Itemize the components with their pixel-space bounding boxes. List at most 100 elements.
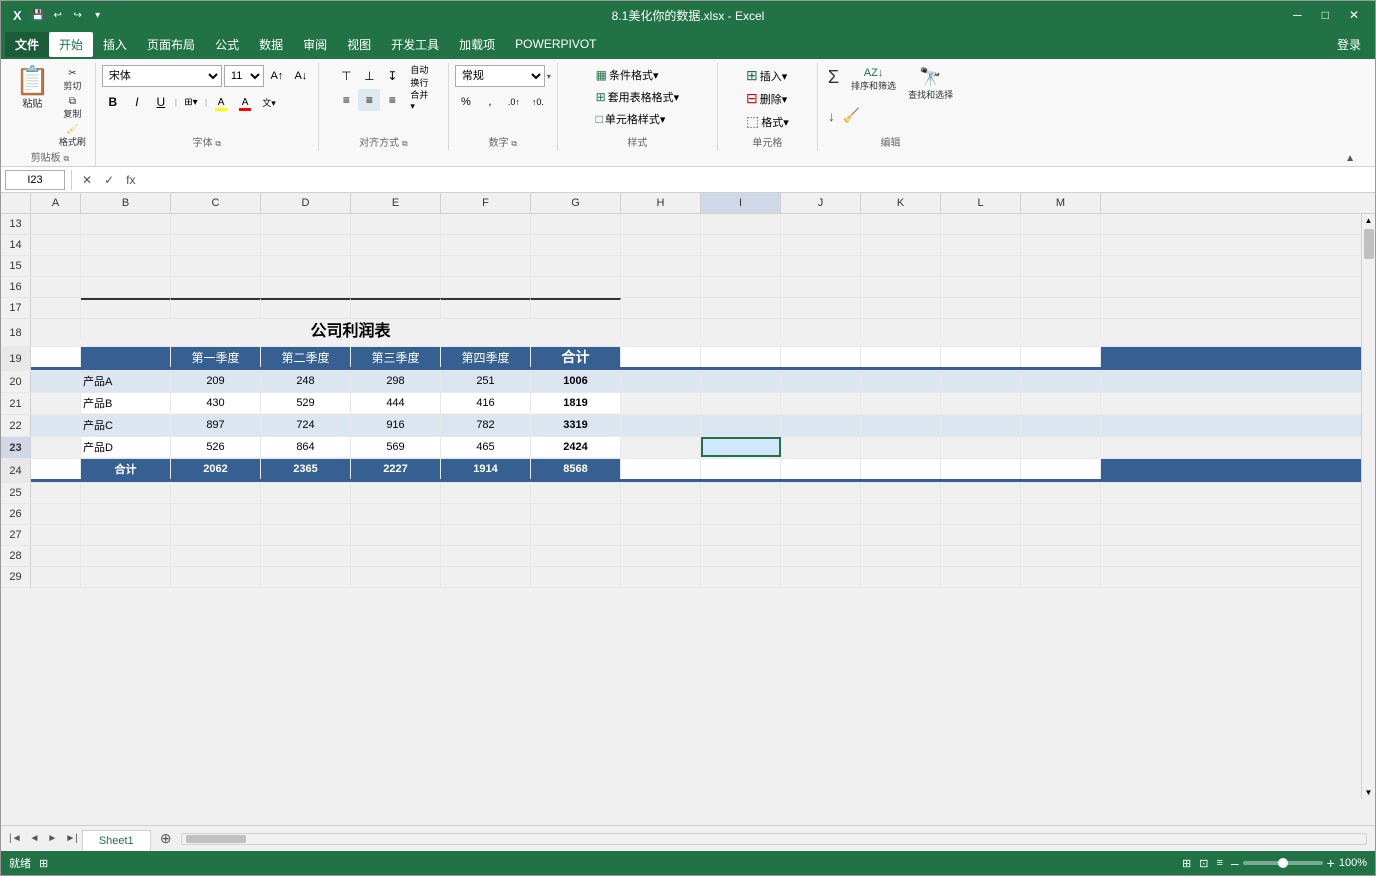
cell-k14[interactable] (861, 235, 941, 255)
horizontal-scrollbar[interactable] (181, 833, 1367, 845)
cell-d16[interactable] (261, 277, 351, 297)
cell-d19[interactable]: 第二季度 (261, 347, 351, 367)
cell-i20[interactable] (701, 371, 781, 391)
cell-f24[interactable]: 1914 (441, 459, 531, 479)
cell-j22[interactable] (781, 415, 861, 435)
cell-a17[interactable] (31, 298, 81, 318)
cell-c14[interactable] (171, 235, 261, 255)
number-format-select[interactable]: 常规 (455, 65, 545, 87)
cell-a20[interactable] (31, 371, 81, 391)
cell-a29[interactable] (31, 567, 81, 587)
cell-i18[interactable] (701, 319, 781, 339)
cell-h22[interactable] (621, 415, 701, 435)
cell-style-button[interactable]: □ 单元格样式▾ (592, 109, 670, 129)
cell-k19[interactable] (861, 347, 941, 367)
cell-h27[interactable] (621, 525, 701, 545)
cell-k26[interactable] (861, 504, 941, 524)
cell-b20[interactable]: 产品A (81, 371, 171, 391)
percent-button[interactable]: % (455, 91, 477, 113)
customize-qa-icon[interactable]: ▾ (90, 7, 106, 23)
cell-j15[interactable] (781, 256, 861, 276)
cell-m19[interactable] (1021, 347, 1101, 367)
cell-l25[interactable] (941, 483, 1021, 503)
minimize-button[interactable]: ─ (1285, 6, 1310, 24)
cell-d20[interactable]: 248 (261, 371, 351, 391)
bold-button[interactable]: B (102, 91, 124, 113)
cell-c17[interactable] (171, 298, 261, 318)
cell-c27[interactable] (171, 525, 261, 545)
cell-c28[interactable] (171, 546, 261, 566)
cell-j16[interactable] (781, 277, 861, 297)
menu-data[interactable]: 数据 (249, 32, 293, 57)
cell-g22[interactable]: 3319 (531, 415, 621, 435)
cell-a19[interactable] (31, 347, 81, 367)
table-format-button[interactable]: ⊞ 套用表格格式▾ (592, 87, 684, 107)
cell-g21[interactable]: 1819 (531, 393, 621, 413)
increase-decimal-button[interactable]: .0↑ (503, 91, 525, 113)
cell-d13[interactable] (261, 214, 351, 234)
menu-developer[interactable]: 开发工具 (381, 32, 449, 57)
border-button[interactable]: ⊞▾ (180, 91, 202, 113)
cell-f16[interactable] (441, 277, 531, 297)
cell-b28[interactable] (81, 546, 171, 566)
cell-h19[interactable] (621, 347, 701, 367)
ribbon-expand-button[interactable]: ▲ (1343, 151, 1357, 166)
underline-button[interactable]: U (150, 91, 172, 113)
cell-f19[interactable]: 第四季度 (441, 347, 531, 367)
autosum-button[interactable]: Σ (824, 65, 843, 103)
cell-c13[interactable] (171, 214, 261, 234)
cell-l27[interactable] (941, 525, 1021, 545)
cell-i29[interactable] (701, 567, 781, 587)
cell-j28[interactable] (781, 546, 861, 566)
menu-powerpivot[interactable]: POWERPIVOT (505, 33, 606, 55)
cell-l21[interactable] (941, 393, 1021, 413)
cell-c29[interactable] (171, 567, 261, 587)
cell-j25[interactable] (781, 483, 861, 503)
cell-m16[interactable] (1021, 277, 1101, 297)
cell-a24[interactable] (31, 459, 81, 479)
col-header-a[interactable]: A (31, 193, 81, 213)
cell-l20[interactable] (941, 371, 1021, 391)
cell-b24[interactable]: 合计 (81, 459, 171, 479)
cell-f28[interactable] (441, 546, 531, 566)
cell-d25[interactable] (261, 483, 351, 503)
cell-a16[interactable] (31, 277, 81, 297)
page-break-view-button[interactable]: ≡ (1216, 857, 1222, 869)
cell-c20[interactable]: 209 (171, 371, 261, 391)
menu-view[interactable]: 视图 (337, 32, 381, 57)
cell-b23[interactable]: 产品D (81, 437, 171, 457)
cell-c24[interactable]: 2062 (171, 459, 261, 479)
cell-m13[interactable] (1021, 214, 1101, 234)
undo-icon[interactable]: ↩ (50, 7, 66, 23)
cell-a27[interactable] (31, 525, 81, 545)
cell-g28[interactable] (531, 546, 621, 566)
cell-k17[interactable] (861, 298, 941, 318)
cell-j19[interactable] (781, 347, 861, 367)
cell-i24[interactable] (701, 459, 781, 479)
cell-b27[interactable] (81, 525, 171, 545)
cell-d17[interactable] (261, 298, 351, 318)
cell-d23[interactable]: 864 (261, 437, 351, 457)
col-header-k[interactable]: K (861, 193, 941, 213)
cell-f26[interactable] (441, 504, 531, 524)
insert-cells-button[interactable]: ⊞ 插入▾ (742, 65, 791, 86)
col-header-l[interactable]: L (941, 193, 1021, 213)
col-header-g[interactable]: G (531, 193, 621, 213)
redo-icon[interactable]: ↪ (70, 7, 86, 23)
comma-button[interactable]: , (479, 91, 501, 113)
cell-g29[interactable] (531, 567, 621, 587)
cell-l17[interactable] (941, 298, 1021, 318)
cell-j27[interactable] (781, 525, 861, 545)
cell-e23[interactable]: 569 (351, 437, 441, 457)
cell-f25[interactable] (441, 483, 531, 503)
cell-d15[interactable] (261, 256, 351, 276)
cell-i23[interactable] (701, 437, 781, 457)
cell-b26[interactable] (81, 504, 171, 524)
col-header-e[interactable]: E (351, 193, 441, 213)
confirm-formula-button[interactable]: ✓ (100, 171, 118, 189)
cell-m27[interactable] (1021, 525, 1101, 545)
cell-e21[interactable]: 444 (351, 393, 441, 413)
cell-a13[interactable] (31, 214, 81, 234)
cell-i25[interactable] (701, 483, 781, 503)
normal-view-button[interactable]: ⊞ (1182, 857, 1191, 870)
